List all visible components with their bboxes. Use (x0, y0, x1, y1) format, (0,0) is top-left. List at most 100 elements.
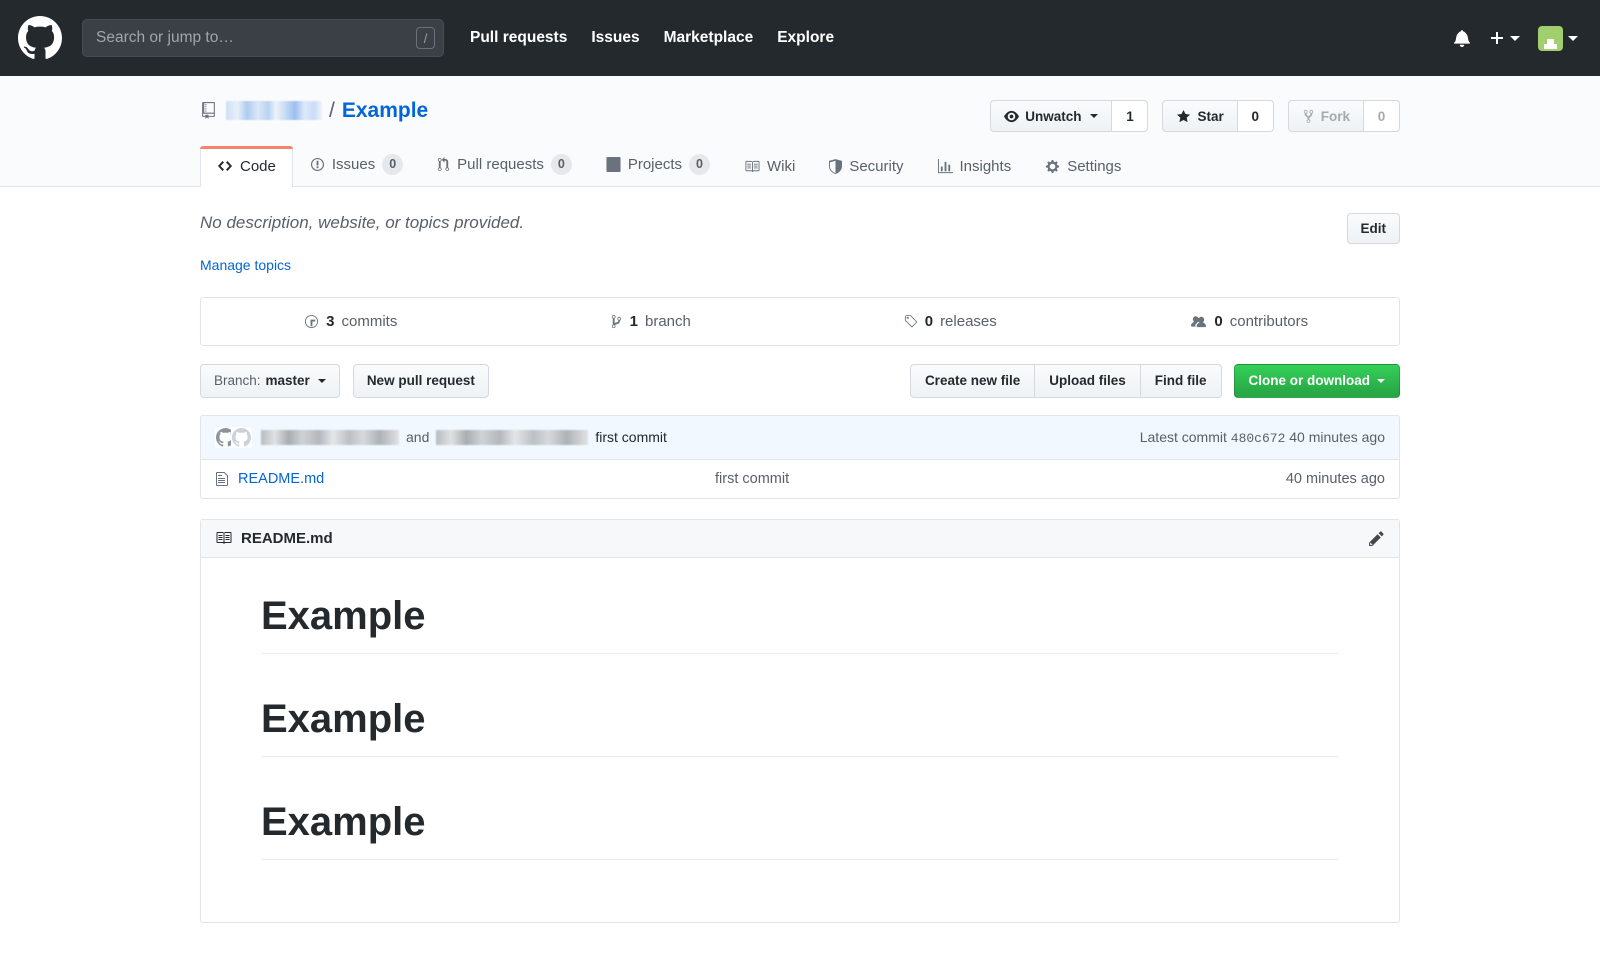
star-count[interactable]: 0 (1238, 100, 1274, 132)
create-new-plus-icon[interactable] (1489, 30, 1520, 46)
tab-insights-label: Insights (960, 158, 1012, 175)
tab-security[interactable]: Security (812, 146, 920, 187)
commit-author-one-redacted[interactable] (261, 430, 399, 445)
stat-contributors-count: 0 (1214, 313, 1222, 330)
edit-description-button[interactable]: Edit (1347, 213, 1401, 244)
tab-projects-count: 0 (689, 154, 710, 175)
file-commit-time: 40 minutes ago (1286, 471, 1385, 487)
notifications-bell-icon[interactable] (1453, 29, 1471, 47)
readme-content: Example Example Example (201, 558, 1399, 922)
avatar-image (1538, 26, 1563, 51)
fork-button-group: Fork 0 (1288, 100, 1400, 132)
stat-branches[interactable]: 1 branch (501, 298, 801, 345)
nav-issues[interactable]: Issues (591, 29, 639, 47)
repository-title-row: / Example Unwatch 1 (200, 98, 1400, 123)
star-button-group: Star 0 (1162, 100, 1273, 132)
upload-files-button[interactable]: Upload files (1035, 364, 1141, 398)
stat-contributors[interactable]: 0 contributors (1100, 298, 1400, 345)
search-box[interactable]: / (82, 19, 444, 57)
repository-name-link[interactable]: Example (342, 98, 428, 123)
repository-header: / Example Unwatch 1 (0, 76, 1600, 187)
repository-owner-redacted[interactable] (226, 101, 322, 120)
fork-label: Fork (1321, 109, 1350, 124)
tab-projects-label: Projects (628, 156, 682, 173)
repository-tabs: Code Issues 0 Pull requests 0 (200, 141, 1400, 186)
tab-issues-label: Issues (332, 156, 375, 173)
readme-title: README.md (241, 530, 333, 547)
file-link-readme[interactable]: README.md (238, 471, 324, 487)
breadcrumb-separator: / (329, 98, 335, 123)
header-right-actions (1453, 26, 1578, 51)
edit-readme-pencil-icon[interactable] (1368, 530, 1385, 547)
file-action-group: Create new file Upload files Find file (910, 364, 1222, 398)
repository-actions: Unwatch 1 Star 0 (990, 100, 1400, 132)
tab-insights[interactable]: Insights (921, 146, 1029, 187)
search-shortcut-hint: / (416, 27, 435, 49)
latest-commit-label: Latest commit (1140, 429, 1227, 445)
repository-description: No description, website, or topics provi… (200, 213, 524, 233)
manage-topics-link[interactable]: Manage topics (200, 257, 291, 273)
chevron-down-icon (318, 379, 326, 383)
star-label: Star (1197, 109, 1223, 124)
file-name-cell: README.md (215, 471, 715, 487)
stat-contributors-label: contributors (1230, 313, 1308, 330)
clone-or-download-label: Clone or download (1249, 373, 1371, 388)
file-commit-message-link[interactable]: first commit (715, 471, 789, 487)
nav-explore[interactable]: Explore (777, 29, 834, 47)
tab-pull-requests[interactable]: Pull requests 0 (420, 142, 589, 187)
star-button[interactable]: Star (1162, 100, 1237, 132)
book-icon (215, 530, 232, 546)
nav-marketplace[interactable]: Marketplace (664, 29, 754, 47)
commit-time: 40 minutes ago (1289, 429, 1385, 445)
chevron-down-icon (1510, 36, 1520, 41)
readme-heading: Example (261, 591, 1339, 654)
stat-commits[interactable]: 3 commits (201, 298, 501, 345)
fork-button[interactable]: Fork (1288, 100, 1364, 132)
commit-message[interactable]: first commit (595, 429, 667, 445)
stat-commits-count: 3 (326, 313, 334, 330)
branch-name-label: master (266, 373, 310, 388)
commit-sha[interactable]: 480c672 (1231, 431, 1286, 446)
commit-author-avatars (215, 427, 252, 448)
global-nav: Pull requests Issues Marketplace Explore (470, 29, 834, 47)
tab-wiki[interactable]: Wiki (727, 146, 812, 187)
tab-issues-count: 0 (382, 154, 403, 175)
tab-code[interactable]: Code (200, 146, 293, 187)
commit-author-two-redacted[interactable] (436, 430, 588, 445)
table-row: README.md first commit 40 minutes ago (201, 460, 1399, 498)
nav-pull-requests[interactable]: Pull requests (470, 29, 567, 47)
tab-settings[interactable]: Settings (1028, 146, 1138, 187)
chevron-down-icon (1377, 379, 1385, 383)
readme-heading: Example (261, 797, 1339, 860)
fork-count[interactable]: 0 (1364, 100, 1400, 132)
github-logo-icon[interactable] (18, 16, 62, 60)
user-avatar[interactable] (1538, 26, 1578, 51)
readme-heading: Example (261, 694, 1339, 757)
readme-header: README.md (201, 520, 1399, 558)
stat-releases-count: 0 (925, 313, 933, 330)
latest-commit-info: Latest commit 480c672 40 minutes ago (1140, 429, 1385, 446)
repo-icon (200, 102, 217, 119)
branch-selector-button[interactable]: Branch: master (200, 364, 340, 398)
unwatch-button[interactable]: Unwatch (990, 100, 1112, 132)
stat-releases[interactable]: 0 releases (800, 298, 1100, 345)
tab-projects[interactable]: Projects 0 (589, 142, 727, 187)
tab-issues[interactable]: Issues 0 (293, 142, 420, 187)
create-new-file-button[interactable]: Create new file (910, 364, 1035, 398)
avatar (231, 427, 252, 448)
tab-settings-label: Settings (1067, 158, 1121, 175)
watch-button-group: Unwatch 1 (990, 100, 1148, 132)
tab-code-label: Code (240, 158, 276, 175)
watch-count[interactable]: 1 (1112, 100, 1148, 132)
stat-commits-label: commits (342, 313, 398, 330)
tab-security-label: Security (849, 158, 903, 175)
new-pull-request-button[interactable]: New pull request (353, 364, 489, 398)
chevron-down-icon (1568, 36, 1578, 41)
stat-releases-label: releases (940, 313, 997, 330)
search-input[interactable] (82, 19, 444, 57)
readme-panel: README.md Example Example Example (200, 519, 1400, 923)
clone-or-download-button[interactable]: Clone or download (1234, 364, 1401, 398)
find-file-button[interactable]: Find file (1141, 364, 1222, 398)
branch-prefix-label: Branch: (214, 373, 261, 388)
stat-branches-count: 1 (630, 313, 638, 330)
